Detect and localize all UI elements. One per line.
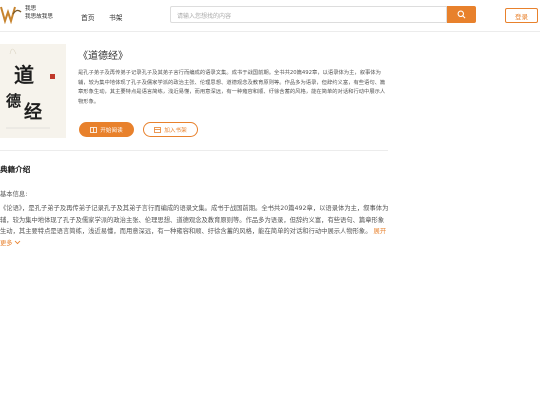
- search-button[interactable]: [447, 6, 476, 23]
- cover-char-2: 德: [6, 92, 21, 110]
- nav-bookshelf[interactable]: 书架: [109, 12, 123, 22]
- intro-text-block: 《论语》，是孔子弟子及再传弟子记录孔子及其弟子言行而编成的语录文集。成书于战国前…: [0, 203, 390, 249]
- top-header: 我思 我思故我思 首页 书架 请输入您想找的内容 登录: [0, 0, 540, 32]
- login-button[interactable]: 登录: [505, 8, 538, 23]
- cover-seal: [50, 74, 55, 79]
- intro-basic-info-label: 基本信息:: [0, 191, 28, 198]
- cover-char-3: 经: [24, 101, 42, 123]
- add-to-shelf-button[interactable]: 加入书架: [143, 122, 198, 137]
- search-input[interactable]: 请输入您想找的内容: [170, 6, 447, 23]
- chevron-down-icon: [14, 240, 20, 245]
- start-reading-label: 开始阅读: [100, 127, 123, 134]
- site-logo[interactable]: [0, 4, 22, 25]
- book-title: 《道德经》: [78, 51, 128, 62]
- book-description: 是孔子弟子及再传弟子记录孔子及其弟子言行而编成的语录文集。成书于战国前期。全书共…: [78, 70, 386, 105]
- site-brand: 我思 我思故我思: [25, 5, 53, 21]
- section-divider: [0, 150, 388, 151]
- book-cover[interactable]: 道 德 经: [0, 44, 66, 138]
- search-icon: [457, 10, 466, 19]
- site-name-line2: 我思故我思: [25, 14, 53, 20]
- intro-text: 《论语》，是孔子弟子及再传弟子记录孔子及其弟子言行而编成的语录文集。成书于战国前…: [0, 205, 389, 236]
- add-to-shelf-label: 加入书架: [164, 127, 187, 134]
- intro-section-title: 典籍介绍: [0, 165, 31, 174]
- nav-home[interactable]: 首页: [81, 12, 95, 22]
- cover-char-1: 道: [14, 63, 34, 87]
- book-icon: [90, 126, 98, 133]
- shelf-icon: [154, 126, 162, 133]
- site-name-line1: 我思: [25, 6, 37, 12]
- start-reading-button[interactable]: 开始阅读: [79, 122, 134, 137]
